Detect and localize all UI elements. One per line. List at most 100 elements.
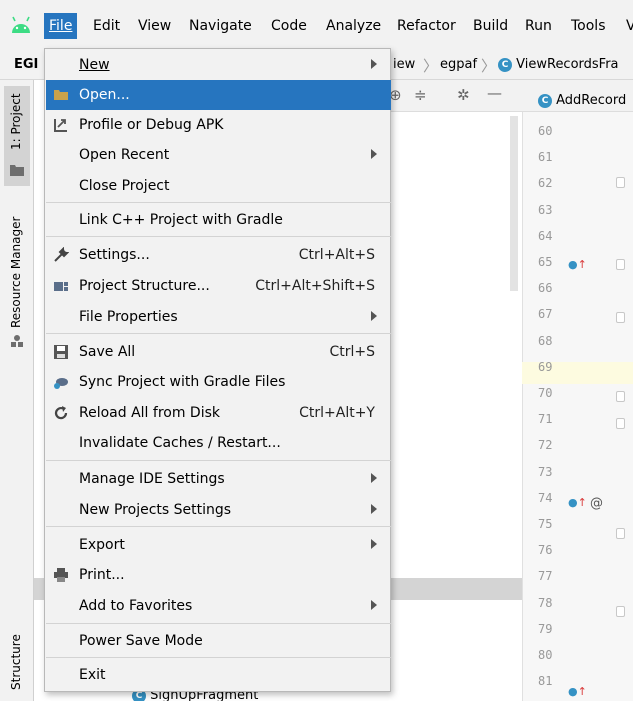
file-menu-dropdown: New Open... Profile or Debug APK Open Re… — [44, 48, 391, 692]
menu-item-power-save-mode[interactable]: Power Save Mode — [46, 626, 391, 656]
breadcrumb-viewrecords[interactable]: C ViewRecordsFra — [498, 57, 619, 72]
menu-item-open-recent[interactable]: Open Recent — [46, 140, 391, 170]
menu-edit[interactable]: Edit — [93, 17, 120, 35]
line-number: 78 — [538, 595, 553, 610]
menu-item-manage-ide-settings[interactable]: Manage IDE Settings — [46, 464, 391, 494]
menu-item-label: Settings... — [79, 247, 150, 263]
hide-panel-icon[interactable]: — — [487, 84, 502, 102]
menu-item-invalidate-caches[interactable]: Invalidate Caches / Restart... — [46, 428, 391, 458]
menu-analyze[interactable]: Analyze — [326, 17, 381, 35]
menu-separator — [46, 657, 391, 658]
menu-item-link-cpp-project[interactable]: Link C++ Project with Gradle — [46, 205, 391, 235]
menu-item-label: Export — [79, 537, 125, 553]
menu-item-settings[interactable]: Settings... Ctrl+Alt+S — [46, 240, 391, 270]
menu-item-new-projects-settings[interactable]: New Projects Settings — [46, 495, 391, 525]
menu-item-new[interactable]: New — [46, 50, 391, 80]
line-number: 75 — [538, 517, 553, 531]
breadcrumb-separator: 〉 — [423, 57, 439, 75]
menu-separator — [46, 526, 391, 527]
menu-item-label: Close Project — [79, 178, 170, 194]
menu-item-profile-debug-apk[interactable]: Profile or Debug APK — [46, 110, 391, 140]
fold-marker-icon[interactable] — [616, 312, 625, 323]
profile-apk-icon — [54, 119, 67, 132]
submenu-arrow-icon — [371, 539, 377, 549]
menu-item-label: Profile or Debug APK — [79, 117, 224, 133]
line-number: 81 — [538, 674, 553, 689]
submenu-arrow-icon — [371, 149, 377, 159]
line-number: 71 — [538, 412, 553, 427]
menu-item-label: Print... — [79, 567, 125, 583]
fold-marker-icon[interactable] — [616, 528, 625, 539]
fold-marker-icon[interactable] — [616, 418, 625, 429]
menu-item-label: New — [79, 57, 110, 73]
line-number: 68 — [538, 333, 553, 348]
fold-marker-icon[interactable] — [616, 606, 625, 617]
collapse-all-icon[interactable]: ≑ — [414, 86, 427, 104]
class-icon: C — [498, 57, 512, 72]
submenu-arrow-icon — [371, 473, 377, 483]
line-number: 76 — [538, 543, 553, 558]
menu-item-label: Save All — [79, 344, 136, 360]
line-number: 67 — [538, 307, 553, 322]
menu-item-exit[interactable]: Exit — [46, 660, 391, 690]
resource-manager-tab[interactable]: Resource Manager — [9, 217, 23, 328]
menu-item-add-to-favorites[interactable]: Add to Favorites — [46, 591, 391, 621]
gear-icon[interactable]: ✲ — [457, 86, 470, 104]
project-panel-scrollbar[interactable] — [510, 116, 518, 291]
menu-separator — [46, 236, 391, 237]
menu-item-label: Link C++ Project with Gradle — [79, 212, 283, 228]
line-number: 69 — [538, 359, 553, 374]
menu-item-export[interactable]: Export — [46, 530, 391, 560]
save-icon — [54, 345, 68, 359]
submenu-arrow-icon — [371, 600, 377, 610]
menu-item-label: Manage IDE Settings — [79, 471, 225, 487]
override-marker-icon[interactable]: ●↑ — [568, 496, 587, 509]
menu-item-open[interactable]: Open... — [46, 80, 391, 110]
menu-item-label: Open... — [79, 87, 130, 103]
override-marker-icon[interactable]: ●↑ — [568, 685, 587, 698]
menu-item-label: Open Recent — [79, 147, 170, 163]
annotation-marker: @ — [590, 496, 603, 511]
line-number: 64 — [538, 228, 553, 243]
menu-item-close-project[interactable]: Close Project — [46, 171, 391, 201]
submenu-arrow-icon — [371, 504, 377, 514]
fold-marker-icon[interactable] — [616, 391, 625, 402]
main-menu-bar: File Edit View Navigate Code Analyze Ref… — [0, 0, 633, 50]
menu-file[interactable]: File — [44, 13, 78, 39]
menu-item-reload-from-disk[interactable]: Reload All from Disk Ctrl+Alt+Y — [46, 398, 391, 428]
menu-item-sync-gradle[interactable]: Sync Project with Gradle Files — [46, 367, 391, 397]
override-marker-icon[interactable]: ●↑ — [568, 258, 587, 271]
menu-item-print[interactable]: Print... — [46, 560, 391, 590]
fold-marker-icon[interactable] — [616, 259, 625, 270]
menu-item-file-properties[interactable]: File Properties — [46, 302, 391, 332]
menu-vcs-truncated[interactable]: V — [626, 17, 633, 35]
editor-tab[interactable]: C AddRecord — [538, 93, 626, 108]
left-tool-window-strip: 1: Project Resource Manager Structure — [0, 80, 34, 701]
structure-tab[interactable]: Structure — [9, 634, 23, 690]
breadcrumb-egpaf[interactable]: egpaf — [440, 57, 477, 72]
menu-item-label: Project Structure... — [79, 278, 210, 294]
menu-item-save-all[interactable]: Save All Ctrl+S — [46, 337, 391, 367]
menu-tools[interactable]: Tools — [571, 17, 606, 35]
fold-marker-icon[interactable] — [616, 177, 625, 188]
menu-code[interactable]: Code — [271, 17, 307, 35]
menu-navigate[interactable]: Navigate — [189, 17, 252, 35]
line-number: 66 — [538, 281, 553, 296]
menu-run[interactable]: Run — [525, 17, 552, 35]
menu-separator — [46, 202, 391, 203]
menu-item-project-structure[interactable]: Project Structure... Ctrl+Alt+Shift+S — [46, 271, 391, 301]
menu-refactor[interactable]: Refactor — [397, 17, 456, 35]
menu-build[interactable]: Build — [473, 17, 508, 35]
breadcrumb-view[interactable]: iew — [393, 57, 415, 72]
resource-manager-icon — [11, 335, 23, 347]
menu-item-label: Reload All from Disk — [79, 405, 220, 421]
project-tab-label: 1: Project — [9, 93, 23, 150]
line-number: 72 — [538, 438, 553, 453]
menu-view[interactable]: View — [138, 17, 171, 35]
wrench-icon — [54, 247, 69, 262]
line-number: 74 — [538, 490, 553, 505]
line-number: 73 — [538, 464, 553, 479]
project-name[interactable]: EGI — [14, 57, 38, 72]
menu-separator — [46, 623, 391, 624]
line-number: 77 — [538, 569, 553, 584]
